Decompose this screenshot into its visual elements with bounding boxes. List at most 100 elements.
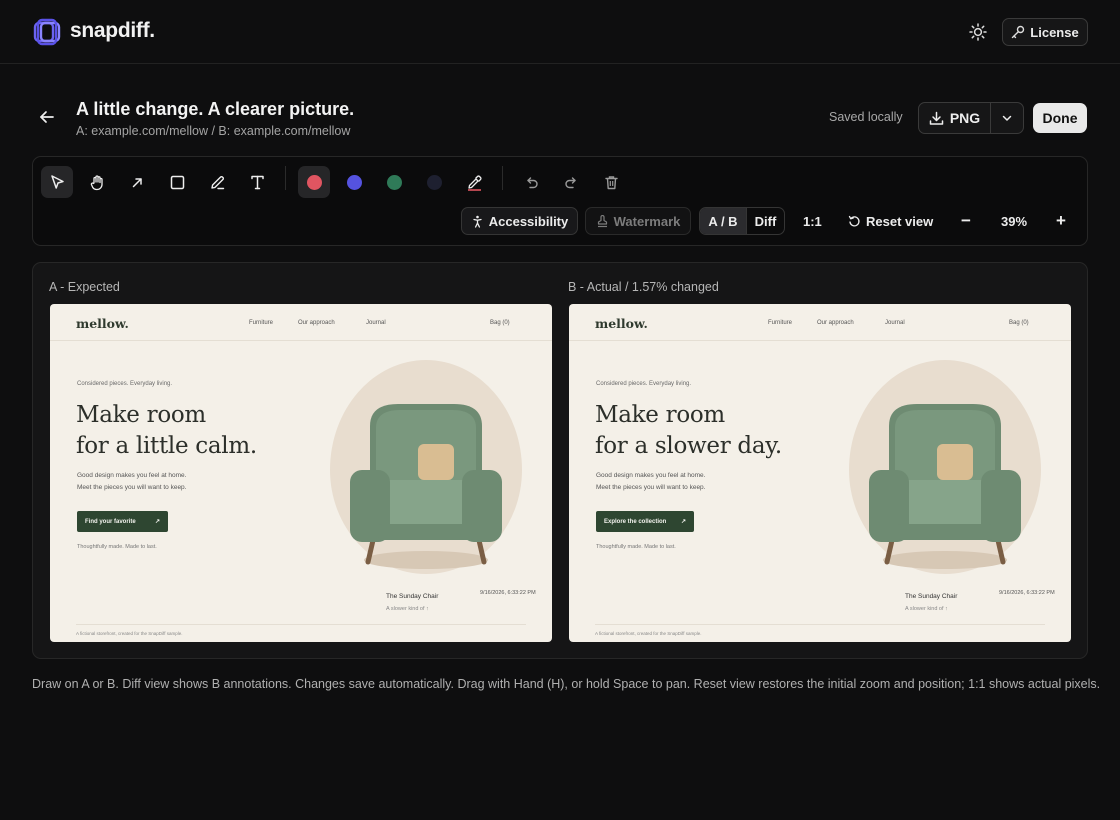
site-cta-arrow-icon: ↗: [680, 519, 686, 525]
site-body-line-1: Good design makes you feel at home.: [596, 472, 706, 479]
site-product-name: The Sunday Chair: [905, 593, 958, 600]
site-headline-line-2: for a slower day.: [595, 433, 782, 459]
page-subtitle: A: example.com/mellow / B: example.com/m…: [76, 124, 351, 138]
site-headline-line-1: Make room: [595, 402, 725, 428]
screenshot-a-label: A - Expected: [49, 280, 120, 294]
site-headline-line-2: for a little calm.: [76, 433, 257, 459]
site-nav-approach: Our approach: [298, 320, 335, 326]
site-header-divider: [569, 340, 1071, 341]
site-body-line-2: Meet the pieces you will want to keep.: [77, 484, 187, 491]
site-nav-approach: Our approach: [817, 320, 854, 326]
site-footer-text: A fictional storefront, created for the …: [595, 631, 702, 636]
site-nav-journal: Journal: [885, 320, 905, 326]
undo-icon: [526, 176, 538, 188]
reset-icon: [848, 215, 860, 226]
toolbar-divider: [285, 166, 286, 190]
snapdiff-logo-icon: [33, 18, 61, 46]
screenshot-b-canvas[interactable]: mellow. Furniture Our approach Journal B…: [569, 304, 1071, 642]
color-green-dot: [386, 174, 402, 190]
top-bar: snapdiff. License: [0, 0, 1120, 64]
brand-name: snapdiff.: [70, 19, 155, 42]
site-cta-arrow-icon: ↗: [154, 519, 160, 525]
accessibility-label: Accessibility: [488, 213, 569, 229]
reset-view-label: Reset view: [866, 213, 934, 229]
site-nav-furniture: Furniture: [768, 320, 793, 326]
chevron-down-icon: [1002, 115, 1012, 121]
color-dark-dot: [426, 174, 442, 190]
export-options-button[interactable]: [991, 103, 1023, 133]
site-tagline: Thoughtfully made. Made to last.: [596, 544, 676, 550]
export-label: PNG: [949, 110, 981, 126]
site-cta-button: Explore the collection ↗: [596, 511, 694, 532]
watermark-button[interactable]: Watermark: [585, 207, 691, 235]
armchair-illustration: [350, 404, 502, 569]
rectangle-tool-button[interactable]: [161, 166, 193, 198]
site-eyebrow: Considered pieces. Everyday living.: [596, 381, 692, 387]
site-product-tagline: A slower kind of ↑: [905, 606, 948, 612]
color-picker-button[interactable]: [458, 166, 490, 198]
site-timestamp: 9/16/2026, 6:33:22 PM: [999, 590, 1055, 596]
redo-button[interactable]: [555, 166, 587, 198]
zoom-out-button[interactable]: −: [961, 207, 971, 235]
zoom-level: 39%: [1001, 213, 1028, 229]
site-cta-label: Find your favorite: [85, 518, 136, 525]
select-icon: [50, 174, 64, 189]
site-headline-line-1: Make room: [76, 402, 206, 428]
back-arrow-icon[interactable]: [38, 108, 56, 126]
site-nav-furniture: Furniture: [249, 320, 274, 326]
site-body-text: Good design makes you feel at home. Meet…: [596, 470, 705, 494]
key-icon: [1012, 25, 1025, 39]
view-ab-button[interactable]: A / B: [700, 208, 747, 234]
color-swatch-dark[interactable]: [418, 166, 450, 198]
actual-size-button[interactable]: 1:1: [803, 207, 822, 235]
color-red-dot: [306, 174, 322, 190]
color-swatch-blue[interactable]: [338, 166, 370, 198]
download-icon: [929, 111, 944, 125]
zoom-in-button[interactable]: +: [1056, 207, 1066, 235]
theme-toggle-sun-icon[interactable]: [968, 22, 988, 42]
reset-view-button[interactable]: Reset view: [848, 207, 933, 235]
armchair-illustration: [869, 404, 1021, 569]
site-bag: Bag (0): [1009, 320, 1029, 326]
site-body-line-1: Good design makes you feel at home.: [77, 472, 187, 479]
site-footer-text: A fictional storefront, created for the …: [76, 631, 183, 636]
undo-button[interactable]: [515, 166, 547, 198]
eyedropper-icon: [467, 174, 482, 191]
view-mode-toggle: A / B Diff: [699, 207, 785, 235]
color-swatch-green[interactable]: [378, 166, 410, 198]
site-footer-divider: [595, 624, 1045, 625]
trash-icon: [604, 175, 618, 189]
done-button[interactable]: Done: [1033, 103, 1087, 133]
site-nav-journal: Journal: [366, 320, 386, 326]
view-diff-button[interactable]: Diff: [747, 208, 784, 234]
color-blue-dot: [346, 174, 362, 190]
license-label: License: [1030, 24, 1079, 40]
arrow-tool-button[interactable]: [121, 166, 153, 198]
site-cta-label: Explore the collection: [604, 518, 667, 525]
stamp-icon: [597, 214, 607, 227]
pen-tool-button[interactable]: [201, 166, 233, 198]
site-product-name: The Sunday Chair: [386, 593, 439, 600]
hand-icon: [90, 174, 103, 190]
rectangle-icon: [170, 175, 184, 189]
text-tool-button[interactable]: [241, 166, 273, 198]
text-icon: [250, 175, 264, 189]
export-button-group: PNG: [918, 102, 1024, 134]
site-headline: Make room for a slower day.: [595, 400, 782, 462]
color-swatch-red[interactable]: [298, 166, 330, 198]
site-body-line-2: Meet the pieces you will want to keep.: [596, 484, 706, 491]
export-png-button[interactable]: PNG: [919, 103, 991, 133]
compare-panel: A - Expected B - Actual / 1.57% changed …: [32, 262, 1088, 659]
license-button[interactable]: License: [1002, 18, 1088, 46]
site-bag: Bag (0): [490, 320, 510, 326]
site-product-tagline: A slower kind of ↑: [386, 606, 429, 612]
delete-button[interactable]: [595, 166, 627, 198]
screenshot-b-label: B - Actual / 1.57% changed: [568, 280, 719, 294]
accessibility-button[interactable]: Accessibility: [461, 207, 578, 235]
select-tool-button[interactable]: [41, 166, 73, 198]
screenshot-a-canvas[interactable]: mellow. Furniture Our approach Journal B…: [50, 304, 552, 642]
site-cta-button: Find your favorite ↗: [77, 511, 168, 532]
hand-tool-button[interactable]: [81, 166, 113, 198]
site-header-divider: [50, 340, 552, 341]
page-title: A little change. A clearer picture.: [76, 99, 355, 119]
